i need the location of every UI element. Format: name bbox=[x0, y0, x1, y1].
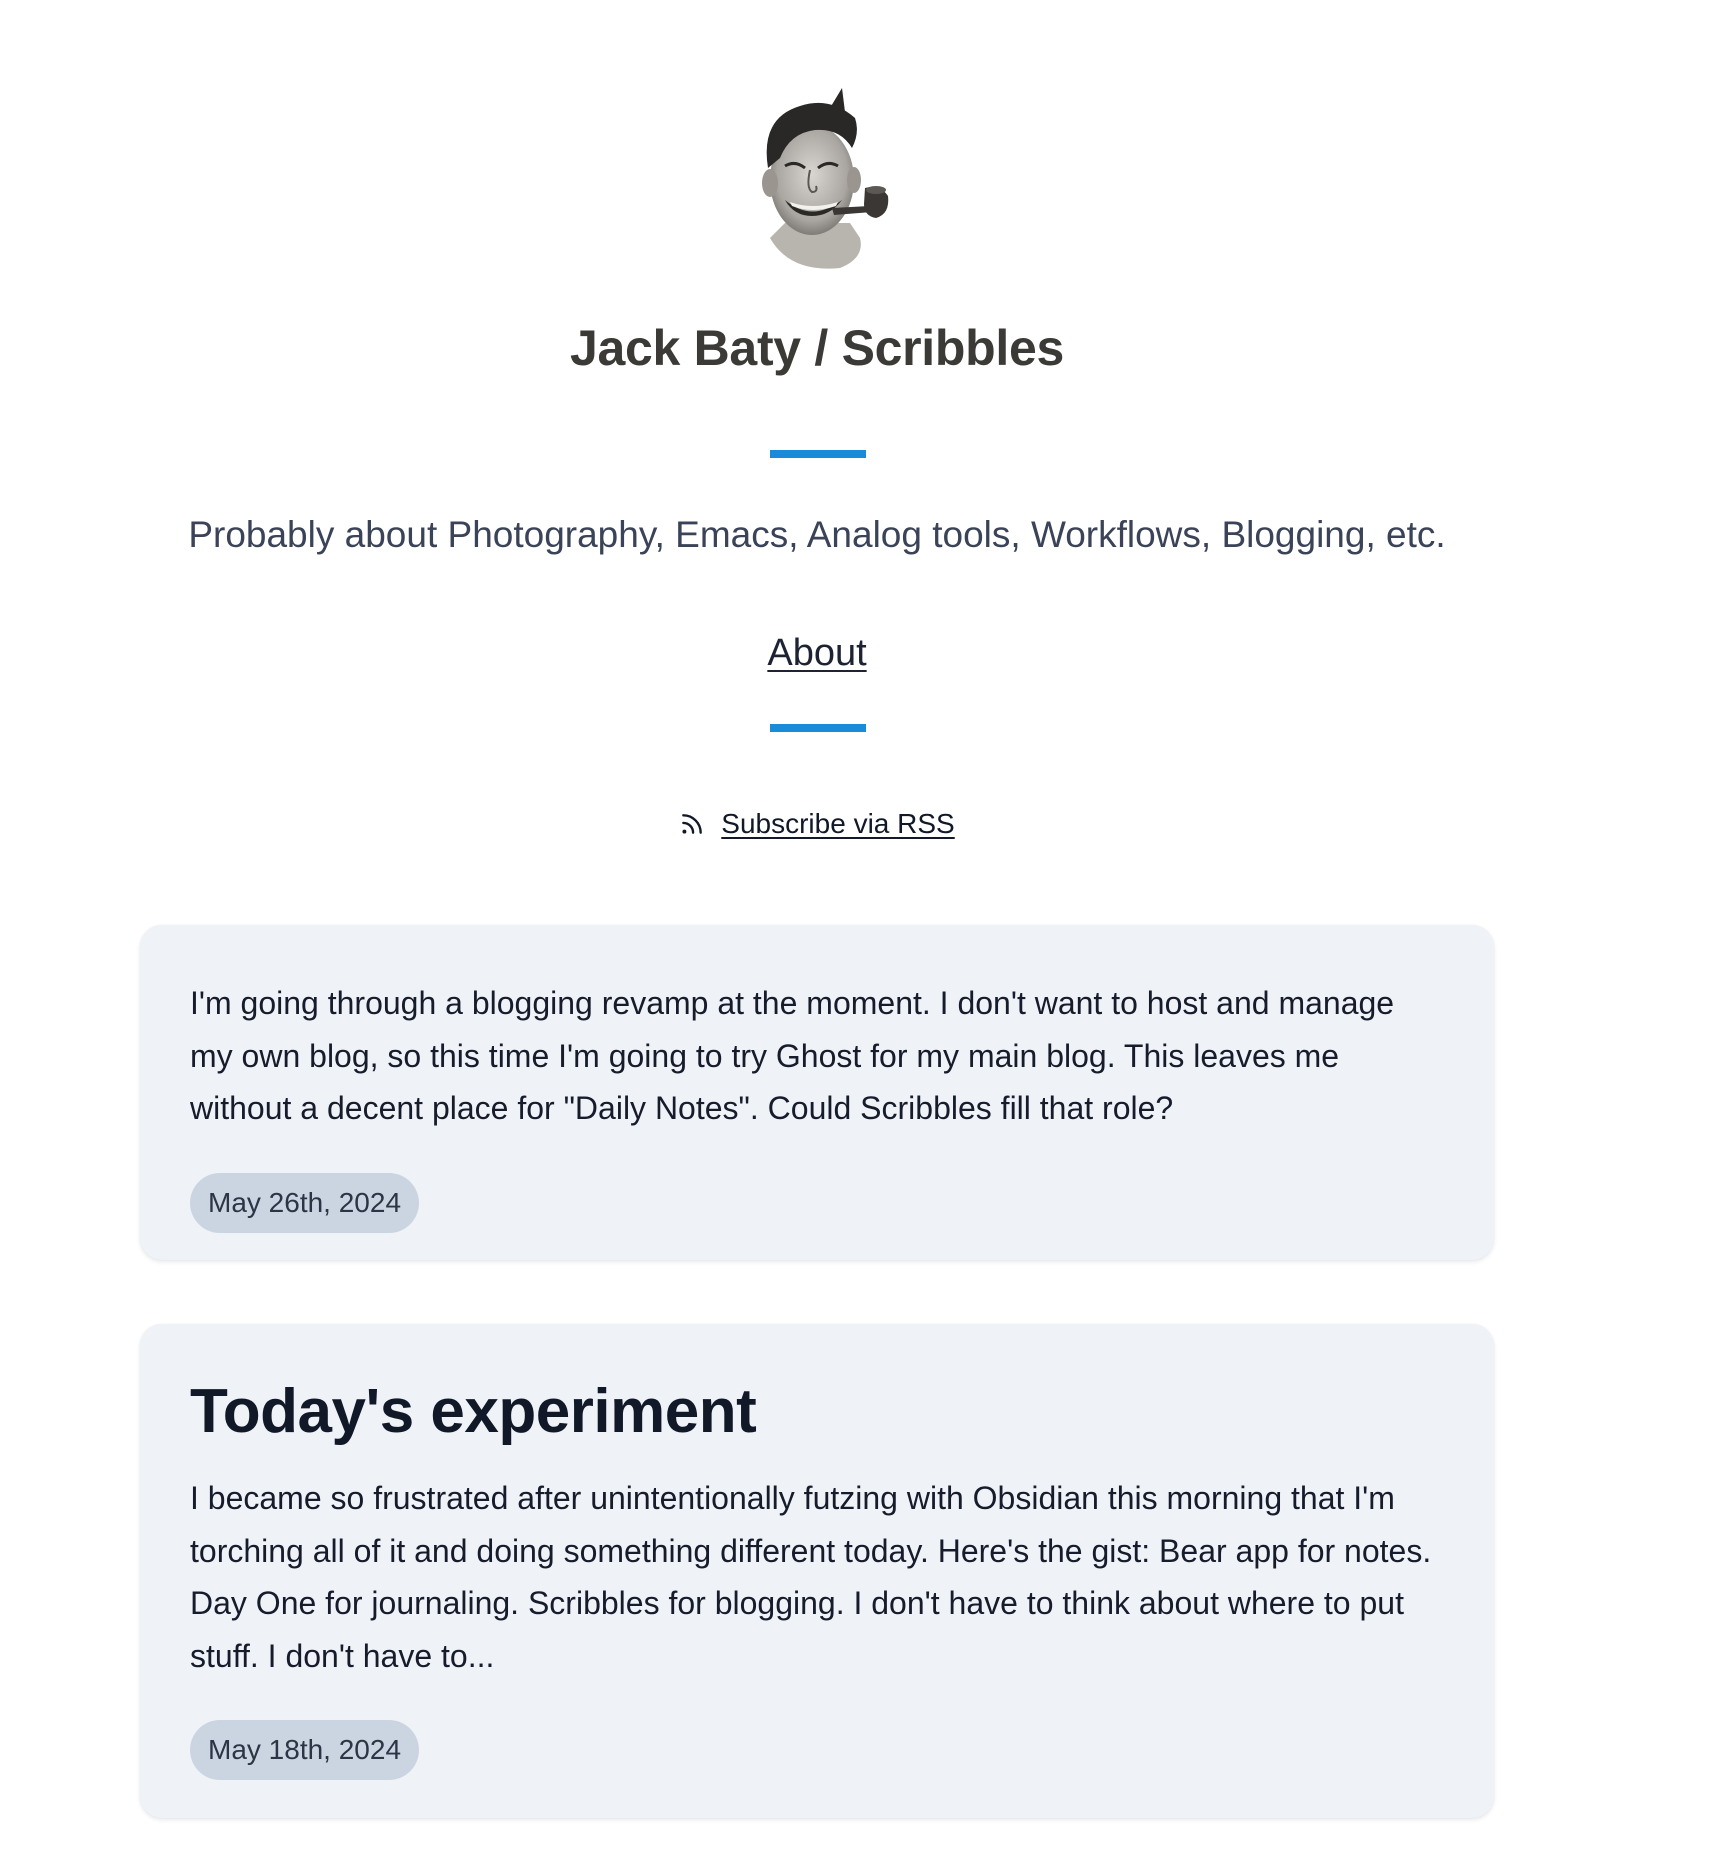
rss-subscribe: Subscribe via RSS bbox=[0, 806, 1634, 842]
nav-menu: About bbox=[0, 628, 1634, 678]
site-tagline: Probably about Photography, Emacs, Analo… bbox=[188, 514, 1446, 555]
post-card[interactable]: Today's experiment I became so frustrate… bbox=[140, 1324, 1494, 1818]
rss-icon bbox=[682, 814, 703, 834]
post-excerpt: I'm going through a blogging revamp at t… bbox=[190, 985, 1395, 1126]
post-date-badge[interactable]: May 18th, 2024 bbox=[190, 1720, 420, 1780]
site-title[interactable]: Jack Baty / Scribbles bbox=[0, 318, 1634, 378]
header-divider bbox=[770, 450, 866, 458]
post-date-badge[interactable]: May 26th, 2024 bbox=[190, 1172, 420, 1233]
rss-link[interactable]: Subscribe via RSS bbox=[721, 806, 954, 842]
avatar-photo bbox=[762, 88, 889, 269]
post-card[interactable]: I'm going through a blogging revamp at t… bbox=[140, 925, 1494, 1260]
nav-divider bbox=[770, 724, 866, 732]
avatar bbox=[730, 88, 900, 273]
post-title[interactable]: Today's experiment bbox=[190, 1324, 1444, 1450]
nav-link-about[interactable]: About bbox=[767, 632, 866, 674]
post-excerpt: I became so frustrated after unintention… bbox=[190, 1480, 1432, 1674]
